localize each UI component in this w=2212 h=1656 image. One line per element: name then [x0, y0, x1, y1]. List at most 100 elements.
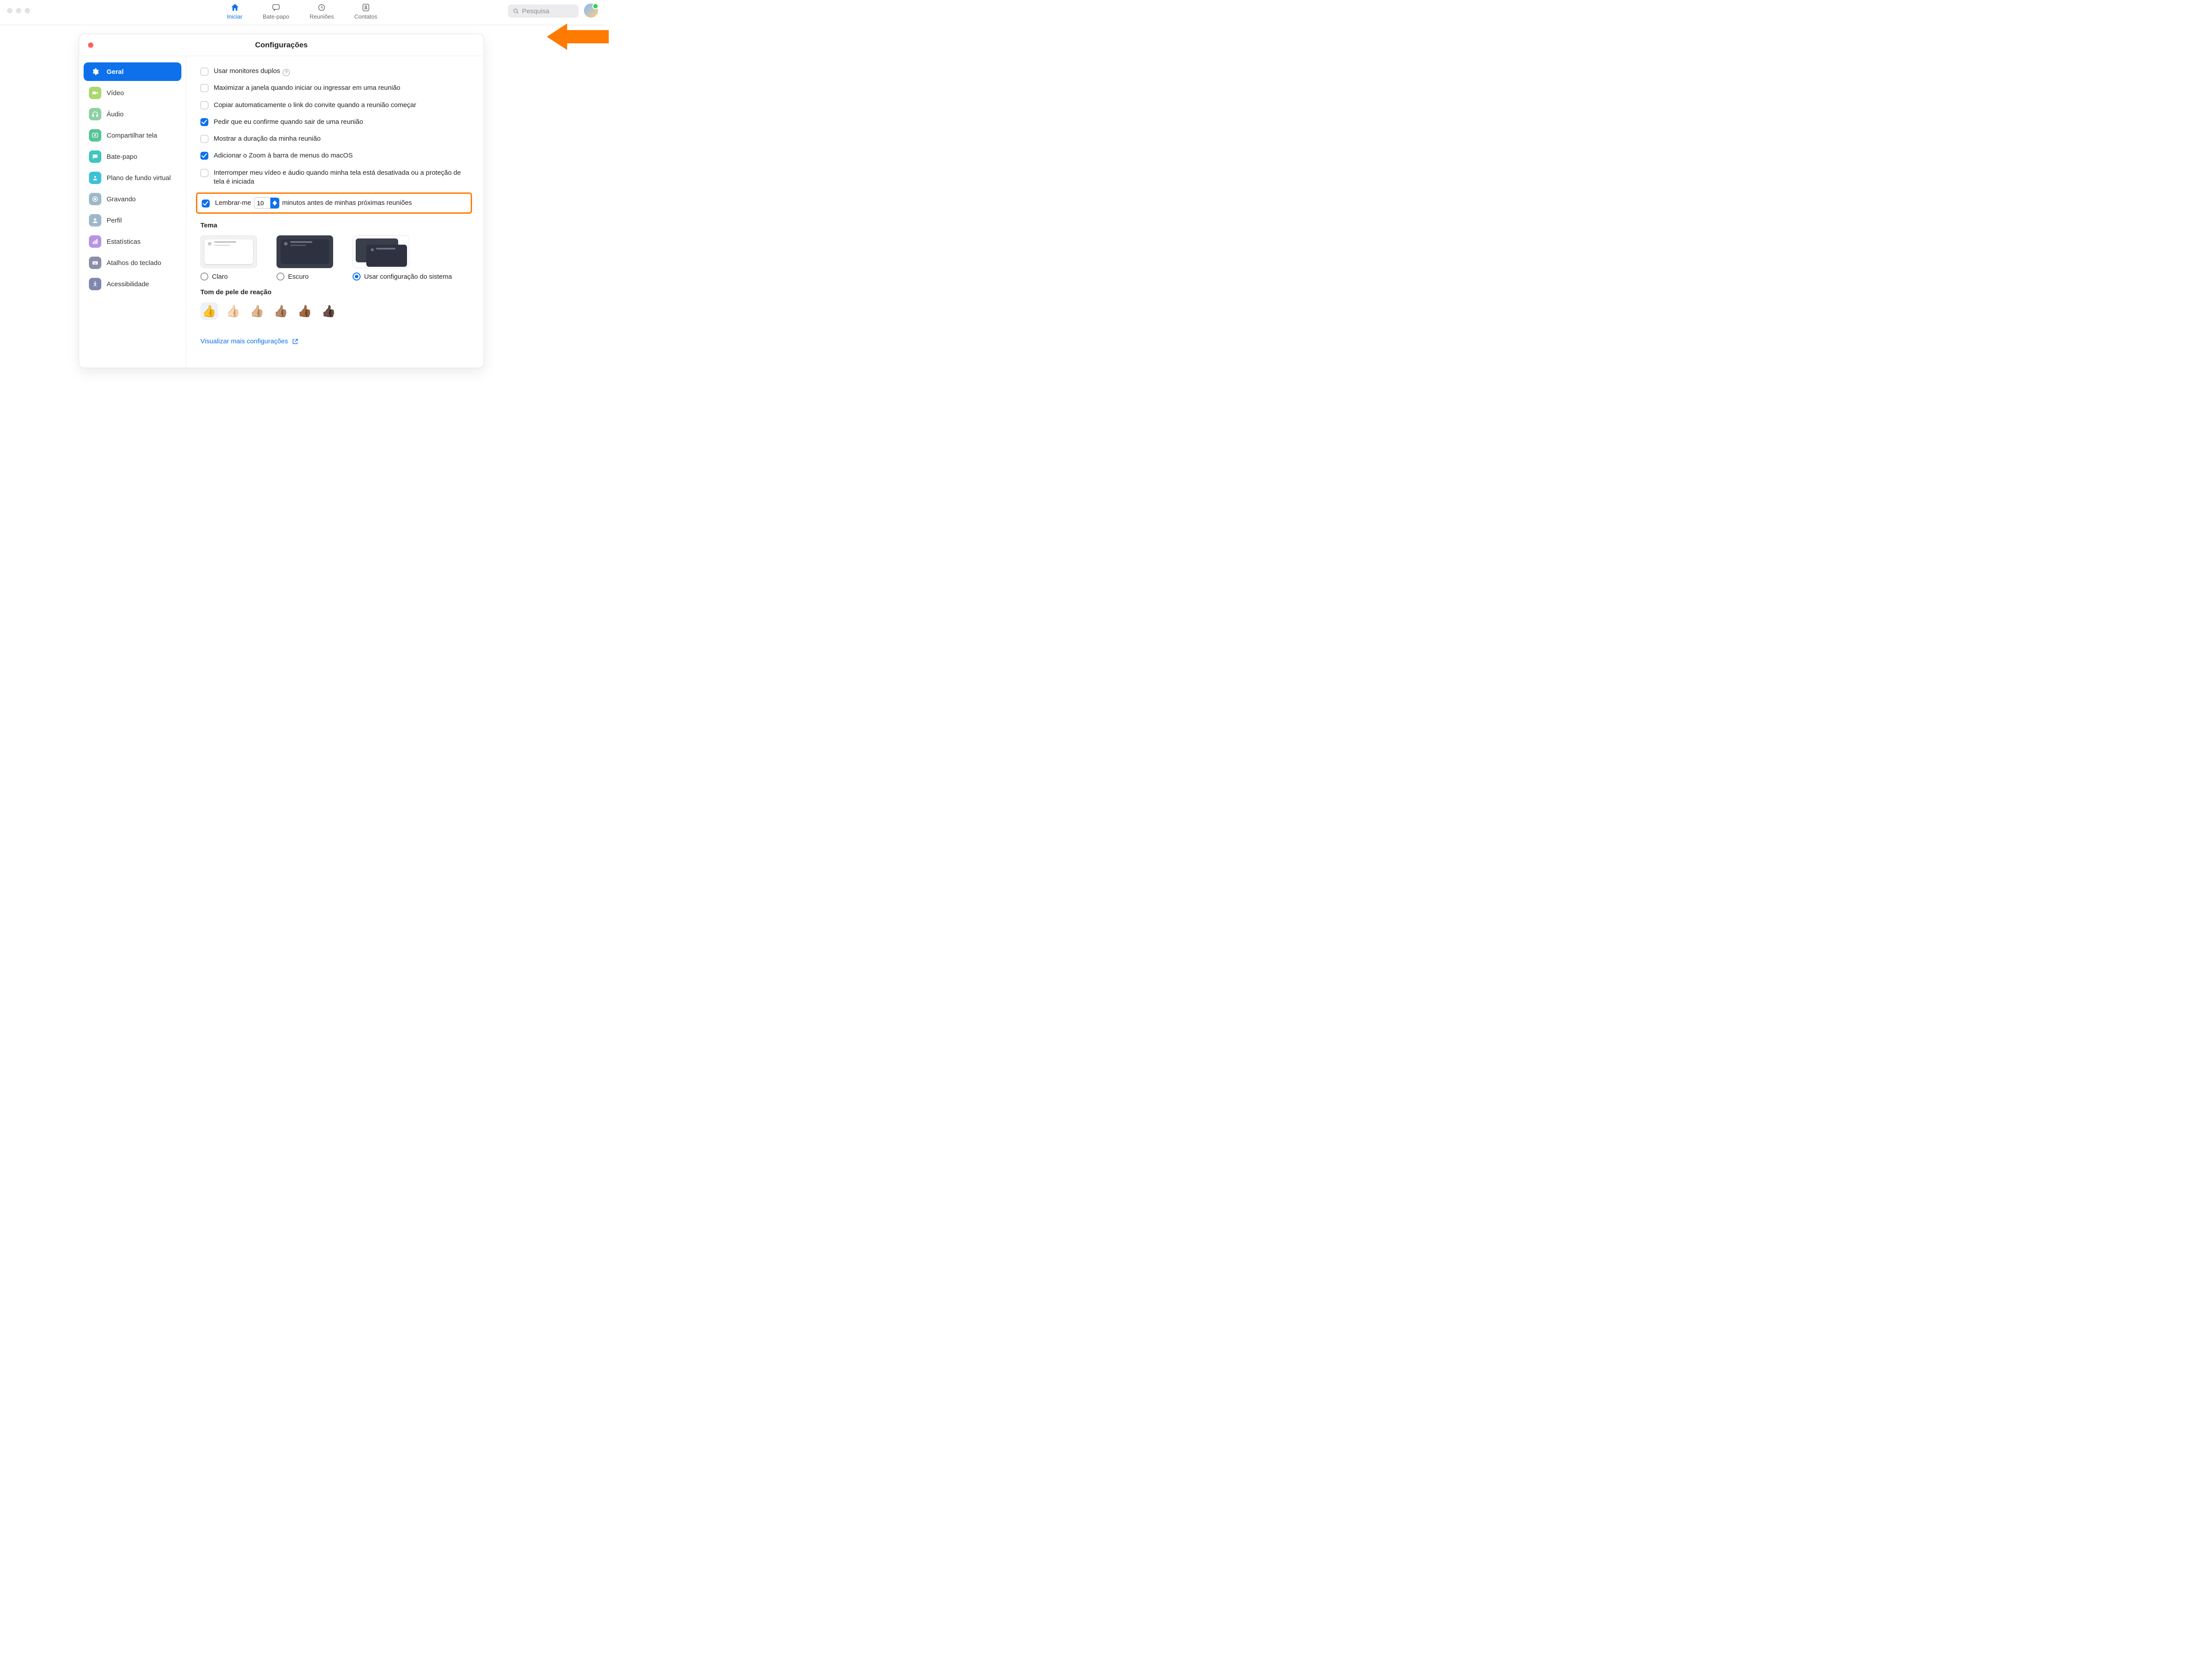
nav-meetings[interactable]: Reuniões: [310, 3, 334, 25]
theme-preview-dark: [276, 235, 333, 268]
checkbox-remind[interactable]: [202, 200, 210, 207]
sidebar-item-label: Acessibilidade: [107, 280, 149, 288]
remind-label-post: minutos antes de minhas próximas reuniõe…: [282, 199, 412, 207]
checkbox-menubar[interactable]: [200, 152, 208, 160]
theme-option-system[interactable]: Usar configuração do sistema: [353, 235, 452, 280]
gear-icon: [89, 65, 101, 78]
contacts-icon: [361, 3, 371, 12]
option-dual-monitors: Usar monitores duplos?: [200, 67, 469, 76]
checkbox-show-duration[interactable]: [200, 135, 208, 143]
theme-option-light[interactable]: Claro: [200, 235, 257, 280]
sidebar-item-label: Compartilhar tela: [107, 132, 157, 139]
checkbox-dual-monitors[interactable]: [200, 68, 208, 76]
sidebar-item-shortcuts[interactable]: Atalhos do teclado: [84, 254, 181, 272]
checkbox-confirm-leave[interactable]: [200, 118, 208, 126]
view-more-settings-link[interactable]: Visualizar mais configurações: [200, 338, 299, 345]
checkbox-interrupt-av[interactable]: [200, 169, 208, 177]
more-link-label: Visualizar mais configurações: [200, 338, 288, 345]
sidebar-item-statistics[interactable]: Estatísticas: [84, 232, 181, 251]
sidebar-item-label: Áudio: [107, 111, 123, 118]
sidebar-item-video[interactable]: Vídeo: [84, 84, 181, 102]
keyboard-icon: [89, 257, 101, 269]
stepper-arrows-icon[interactable]: [270, 198, 279, 208]
sidebar-item-label: Vídeo: [107, 89, 124, 97]
settings-window: Configurações Geral Vídeo Áudio Comparti…: [79, 34, 484, 368]
sidebar-item-virtual-background[interactable]: Plano de fundo virtual: [84, 169, 181, 187]
option-label: Mostrar a duração da minha reunião: [214, 134, 321, 143]
nav-chat[interactable]: Bate-papo: [263, 3, 289, 25]
external-link-icon: [292, 338, 299, 345]
remind-minutes-input[interactable]: [254, 200, 270, 207]
skin-tone-options: 👍 👍🏻 👍🏼 👍🏽 👍🏾 👍🏿: [200, 302, 469, 320]
sidebar-item-label: Perfil: [107, 217, 122, 224]
sidebar-item-chat[interactable]: Bate-papo: [84, 147, 181, 166]
profile-icon: [89, 214, 101, 227]
sidebar-item-share-screen[interactable]: Compartilhar tela: [84, 126, 181, 145]
nav-meetings-label: Reuniões: [310, 13, 334, 20]
sidebar-item-audio[interactable]: Áudio: [84, 105, 181, 123]
virtual-bg-icon: [89, 172, 101, 184]
nav-home-label: Iniciar: [227, 13, 242, 20]
option-label: Pedir que eu confirme quando sair de uma…: [214, 118, 363, 127]
video-icon: [89, 87, 101, 99]
option-maximize: Maximizar a janela quando iniciar ou ing…: [200, 84, 469, 92]
sidebar-item-label: Gravando: [107, 196, 136, 203]
option-menubar: Adicionar o Zoom à barra de menus do mac…: [200, 151, 469, 160]
skin-tone-option[interactable]: 👍: [200, 302, 218, 320]
option-confirm-leave: Pedir que eu confirme quando sair de uma…: [200, 118, 469, 127]
skin-tone-option[interactable]: 👍🏽: [272, 302, 290, 320]
option-show-duration: Mostrar a duração da minha reunião: [200, 134, 469, 143]
callout-arrow: [547, 21, 609, 52]
option-label: Maximizar a janela quando iniciar ou ing…: [214, 84, 400, 92]
window-close-button[interactable]: [88, 42, 93, 48]
search-input[interactable]: Pesquisa: [508, 4, 579, 18]
sidebar-item-label: Atalhos do teclado: [107, 259, 161, 267]
radio-theme-light[interactable]: [200, 273, 208, 280]
sidebar-item-label: Geral: [107, 68, 123, 76]
checkbox-maximize[interactable]: [200, 84, 208, 92]
option-label: Interromper meu vídeo e áudio quando min…: [214, 169, 469, 187]
help-icon[interactable]: ?: [283, 69, 290, 76]
chat-icon: [271, 3, 281, 12]
theme-options: Claro Escuro Usar configuração do sistem…: [200, 235, 469, 280]
recording-icon: [89, 193, 101, 205]
sidebar-item-label: Estatísticas: [107, 238, 141, 246]
remind-minutes-stepper[interactable]: [254, 197, 280, 209]
theme-option-dark[interactable]: Escuro: [276, 235, 333, 280]
sidebar-item-profile[interactable]: Perfil: [84, 211, 181, 230]
stats-icon: [89, 235, 101, 248]
headphones-icon: [89, 108, 101, 120]
highlighted-reminder-option: Lembrar-me minutos antes de minhas próxi…: [196, 192, 472, 214]
home-icon: [230, 3, 240, 12]
nav-chat-label: Bate-papo: [263, 13, 289, 20]
settings-sidebar: Geral Vídeo Áudio Compartilhar tela Bate…: [79, 56, 186, 368]
skin-tone-option[interactable]: 👍🏻: [224, 302, 242, 320]
skin-tone-option[interactable]: 👍🏾: [296, 302, 314, 320]
radio-theme-system[interactable]: [353, 273, 361, 280]
option-label: Adicionar o Zoom à barra de menus do mac…: [214, 151, 353, 160]
profile-avatar[interactable]: [584, 4, 598, 18]
option-remind: Lembrar-me minutos antes de minhas próxi…: [202, 197, 466, 209]
skin-tone-option[interactable]: 👍🏼: [248, 302, 266, 320]
option-copy-link: Copiar automaticamente o link do convite…: [200, 101, 469, 110]
theme-label: Escuro: [288, 273, 309, 280]
checkbox-copy-link[interactable]: [200, 101, 208, 109]
theme-section-title: Tema: [200, 222, 469, 229]
share-screen-icon: [89, 129, 101, 142]
accessibility-icon: [89, 278, 101, 290]
skin-tone-option[interactable]: 👍🏿: [320, 302, 338, 320]
sidebar-item-accessibility[interactable]: Acessibilidade: [84, 275, 181, 293]
search-placeholder: Pesquisa: [522, 8, 549, 15]
sidebar-item-general[interactable]: Geral: [84, 62, 181, 81]
sidebar-item-label: Bate-papo: [107, 153, 137, 161]
settings-content: Usar monitores duplos? Maximizar a janel…: [186, 56, 484, 368]
search-icon: [512, 8, 519, 15]
radio-theme-dark[interactable]: [276, 273, 284, 280]
nav-contacts[interactable]: Contatos: [354, 3, 377, 25]
theme-preview-system: [353, 235, 409, 268]
settings-title: Configurações: [255, 41, 307, 50]
nav-home[interactable]: Iniciar: [227, 3, 242, 25]
option-label: Usar monitores duplos: [214, 67, 280, 75]
sidebar-item-recording[interactable]: Gravando: [84, 190, 181, 208]
nav-contacts-label: Contatos: [354, 13, 377, 20]
